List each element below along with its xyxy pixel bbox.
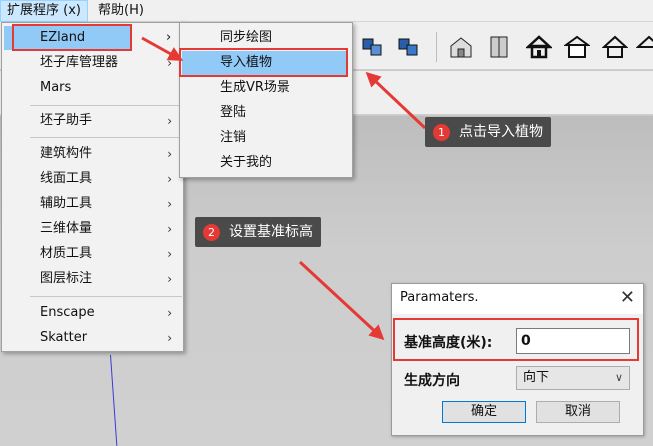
submenu-arrow-icon: ›	[166, 30, 172, 45]
direction-value: 向下	[523, 370, 550, 385]
menu-help[interactable]: 帮助(H)	[92, 0, 150, 22]
menu-item-line-face-tools[interactable]: 线面工具 ›	[4, 167, 182, 191]
submenu-item-about[interactable]: 关于我的	[182, 151, 350, 175]
cancel-button[interactable]: 取消	[536, 401, 620, 423]
submenu-item-generate-vr[interactable]: 生成VR场景	[182, 76, 350, 100]
step-number-badge: 2	[203, 224, 220, 241]
submenu-arrow-icon: ›	[167, 272, 172, 286]
component-icon[interactable]	[360, 34, 386, 60]
callout-text: 设置基准标高	[229, 224, 313, 240]
component-group-icon[interactable]	[396, 34, 422, 60]
submenu-arrow-icon: ›	[167, 306, 172, 320]
menu-item-mars[interactable]: Mars	[4, 76, 182, 100]
menu-item-label: 坯子库管理器	[40, 55, 119, 70]
home-icon[interactable]	[526, 34, 552, 60]
close-icon[interactable]: ✕	[620, 287, 635, 308]
menu-item-label: Mars	[40, 80, 72, 95]
menu-item-label: Enscape	[40, 305, 95, 320]
submenu-item-sync-draw[interactable]: 同步绘图	[182, 26, 350, 50]
submenu-arrow-icon: ›	[167, 56, 172, 70]
menu-item-label: 图层标注	[40, 271, 93, 286]
back-view-icon[interactable]	[636, 34, 653, 60]
ok-button[interactable]: 确定	[442, 401, 526, 423]
box-view-icon[interactable]	[486, 34, 512, 60]
menu-separator	[30, 137, 182, 138]
submenu-arrow-icon: ›	[167, 331, 172, 345]
menu-item-3d-massing[interactable]: 三维体量 ›	[4, 217, 182, 241]
ezland-highlight-box	[12, 24, 132, 51]
submenu-arrow-icon: ›	[167, 147, 172, 161]
menubar: 扩展程序 (x) 帮助(H)	[0, 0, 653, 22]
menu-item-material-tools[interactable]: 材质工具 ›	[4, 242, 182, 266]
menu-separator	[30, 296, 182, 297]
callout-step-1: 1 点击导入植物	[425, 117, 551, 147]
submenu-item-logout[interactable]: 注销	[182, 126, 350, 150]
submenu-arrow-icon: ›	[167, 172, 172, 186]
menu-item-skatter[interactable]: Skatter ›	[4, 326, 182, 350]
menu-item-layer-annotation[interactable]: 图层标注 ›	[4, 267, 182, 291]
height-field-highlight-box	[393, 318, 639, 361]
menu-separator	[30, 105, 182, 106]
menu-item-label: Skatter	[40, 330, 88, 345]
callout-text: 点击导入植物	[459, 124, 543, 140]
menu-item-pizi-library[interactable]: 坯子库管理器 ›	[4, 51, 182, 75]
right-view-icon[interactable]	[602, 34, 628, 60]
menu-item-building-components[interactable]: 建筑构件 ›	[4, 142, 182, 166]
callout-step-2: 2 设置基准标高	[195, 217, 321, 247]
menu-extensions[interactable]: 扩展程序 (x)	[0, 0, 88, 22]
front-view-icon[interactable]	[564, 34, 590, 60]
menu-item-label: 线面工具	[40, 171, 93, 186]
menu-item-label: 材质工具	[40, 246, 93, 261]
house-3d-icon[interactable]	[448, 34, 474, 60]
menu-item-label: 坯子助手	[40, 113, 93, 128]
menu-item-pizi-assistant[interactable]: 坯子助手 ›	[4, 109, 182, 133]
submenu-arrow-icon: ›	[167, 222, 172, 236]
toolbar-separator	[436, 32, 437, 62]
menu-item-label: 三维体量	[40, 221, 93, 236]
ezland-submenu: 同步绘图 导入植物 生成VR场景 登陆 注销 关于我的	[179, 22, 353, 178]
submenu-arrow-icon: ›	[167, 114, 172, 128]
chevron-down-icon: ∨	[614, 371, 623, 384]
menu-item-enscape[interactable]: Enscape ›	[4, 301, 182, 325]
submenu-item-login[interactable]: 登陆	[182, 101, 350, 125]
direction-label: 生成方向	[404, 373, 460, 389]
menu-item-label: 辅助工具	[40, 196, 93, 211]
direction-select[interactable]: 向下 ∨	[516, 366, 630, 390]
step-number-badge: 1	[433, 124, 450, 141]
extensions-menu: EZland › 坯子库管理器 › Mars 坯子助手 › 建筑构件 › 线面工具 › …	[1, 22, 184, 352]
import-plants-highlight-box	[179, 48, 348, 77]
dialog-title: Paramaters.	[400, 290, 479, 305]
dialog-titlebar: Paramaters. ✕	[392, 284, 643, 314]
submenu-arrow-icon: ›	[167, 247, 172, 261]
menu-item-label: 建筑构件	[40, 146, 93, 161]
submenu-arrow-icon: ›	[167, 197, 172, 211]
menu-item-aux-tools[interactable]: 辅助工具 ›	[4, 192, 182, 216]
